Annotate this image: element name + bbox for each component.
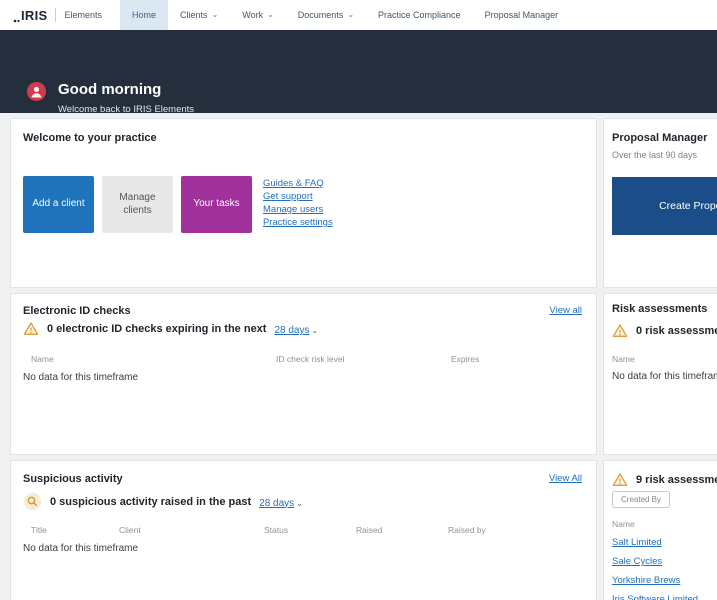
greeting-title: Good morning (58, 81, 162, 98)
client-link-salt-limited[interactable]: Salt Limited (612, 533, 698, 552)
susp-col-status: Status (264, 525, 289, 535)
suspicious-timeframe-link[interactable]: 28 days (259, 498, 294, 509)
risk-summary: 0 risk assessments expiring in the next (612, 323, 717, 339)
chevron-down-icon: ⌄ (347, 10, 355, 19)
eid-empty-state: No data for this timeframe (23, 372, 139, 383)
eid-timeframe-link[interactable]: 28 days (274, 325, 309, 336)
risk-assessments-title: Risk assessments (612, 303, 708, 315)
chevron-down-icon: ⌄ (296, 498, 303, 508)
client-link-iris-software-limited[interactable]: Iris Software Limited (612, 590, 698, 600)
practice-settings-link[interactable]: Practice settings (263, 216, 333, 229)
search-alert-icon (23, 492, 42, 511)
welcome-card: Welcome to your practice Add a client Ma… (10, 118, 597, 288)
top-navigation: IRIS Elements Home Clients ⌄ Work ⌄ Docume… (0, 0, 717, 30)
suspicious-view-all-link[interactable]: View All (549, 473, 582, 484)
susp-col-raised: Raised (356, 525, 383, 535)
electronic-id-checks-card: Electronic ID checks View all 0 electron… (10, 293, 597, 455)
manage-clients-button[interactable]: Manage clients (102, 176, 173, 233)
eid-checks-title: Electronic ID checks (23, 305, 131, 317)
greeting-subtitle: Welcome back to IRIS Elements (58, 104, 195, 115)
iris-elements-dashboard: IRIS Elements Home Clients ⌄ Work ⌄ Docume… (0, 0, 717, 600)
risk-col-name: Name (612, 354, 635, 364)
nav-item-work[interactable]: Work ⌄ (230, 0, 286, 30)
eid-col-name: Name (31, 354, 54, 364)
warning-triangle-icon (23, 322, 39, 335)
suspicious-activity-title: Suspicious activity (23, 473, 123, 485)
client-link-yorkshire-brews[interactable]: Yorkshire Brews (612, 571, 698, 590)
eid-col-risk-level: ID check risk level (276, 354, 345, 364)
logo-product-text: Elements (64, 10, 103, 20)
eid-view-all-link[interactable]: View all (549, 305, 582, 316)
iris-logo: IRIS (13, 8, 47, 23)
quick-action-buttons: Add a client Manage clients Your tasks (23, 176, 252, 233)
add-client-button[interactable]: Add a client (23, 176, 94, 233)
iris-logo-dots-icon (13, 19, 20, 22)
your-tasks-button[interactable]: Your tasks (181, 176, 252, 233)
manage-users-link[interactable]: Manage users (263, 203, 333, 216)
logo: IRIS Elements (0, 0, 102, 30)
eid-summary-text: 0 electronic ID checks expiring in the n… (47, 323, 267, 335)
chevron-down-icon: ⌄ (311, 326, 319, 335)
risk-list-summary: 9 risk assessments in total (612, 472, 717, 488)
risk-summary-text: 0 risk assessments expiring in the next (636, 325, 717, 337)
nav-item-clients[interactable]: Clients ⌄ (168, 0, 230, 30)
guides-faq-link[interactable]: Guides & FAQ (263, 177, 333, 190)
get-support-link[interactable]: Get support (263, 190, 333, 203)
chevron-down-icon: ⌄ (211, 10, 219, 19)
susp-col-client: Client (119, 525, 141, 535)
risk-client-links: Salt Limited Sale Cycles Yorkshire Brews… (612, 533, 698, 600)
client-link-sale-cycles[interactable]: Sale Cycles (612, 552, 698, 571)
hero-header: Good morning Welcome back to IRIS Elemen… (0, 30, 717, 115)
eid-summary: 0 electronic ID checks expiring in the n… (23, 320, 318, 338)
nav-item-home[interactable]: Home (120, 0, 169, 30)
warning-triangle-icon (612, 324, 628, 337)
warning-triangle-icon (612, 473, 628, 486)
suspicious-empty-state: No data for this timeframe (23, 543, 139, 554)
suspicious-activity-card: Suspicious activity View All 0 suspiciou… (10, 460, 597, 600)
created-by-filter-chip[interactable]: Created By (612, 491, 671, 508)
risk-empty-state: No data for this timeframe (612, 371, 717, 382)
logo-brand-text: IRIS (21, 7, 48, 23)
suspicious-timeframe-dropdown[interactable]: 28 days ⌄ (259, 493, 303, 511)
risk-assessments-card: Risk assessments 0 risk assessments expi… (603, 293, 717, 455)
eid-timeframe-dropdown[interactable]: 28 days ⌄ (274, 320, 318, 338)
user-avatar-icon (27, 82, 46, 101)
create-proposal-button[interactable]: Create Proposal (612, 177, 717, 235)
nav-item-practice-compliance[interactable]: Practice Compliance (366, 0, 473, 30)
eid-col-expires: Expires (451, 354, 480, 364)
proposal-manager-title: Proposal Manager (612, 132, 708, 144)
suspicious-summary: 0 suspicious activity raised in the past… (23, 492, 303, 511)
chevron-down-icon: ⌄ (267, 10, 274, 19)
risk-list-summary-text: 9 risk assessments in total (636, 474, 717, 486)
susp-col-raised-by: Raised by (448, 525, 486, 535)
proposal-manager-card: Proposal Manager Over the last 90 days C… (603, 118, 717, 288)
welcome-card-title: Welcome to your practice (23, 132, 157, 144)
nav-item-documents[interactable]: Documents ⌄ (286, 0, 366, 30)
risk-assessments-list-card: 9 risk assessments in total Created By N… (603, 460, 717, 600)
proposal-manager-subtitle: Over the last 90 days (612, 150, 698, 160)
nav-item-proposal-manager[interactable]: Proposal Manager (473, 0, 571, 30)
logo-divider (55, 8, 57, 22)
quick-links: Guides & FAQ Get support Manage users Pr… (263, 177, 333, 229)
risk-list-col-name: Name (612, 519, 635, 529)
susp-col-title: Title (31, 525, 47, 535)
nav-items: Home Clients ⌄ Work ⌄ Documents ⌄ Practice … (120, 0, 570, 30)
suspicious-summary-text: 0 suspicious activity raised in the past (50, 495, 252, 508)
